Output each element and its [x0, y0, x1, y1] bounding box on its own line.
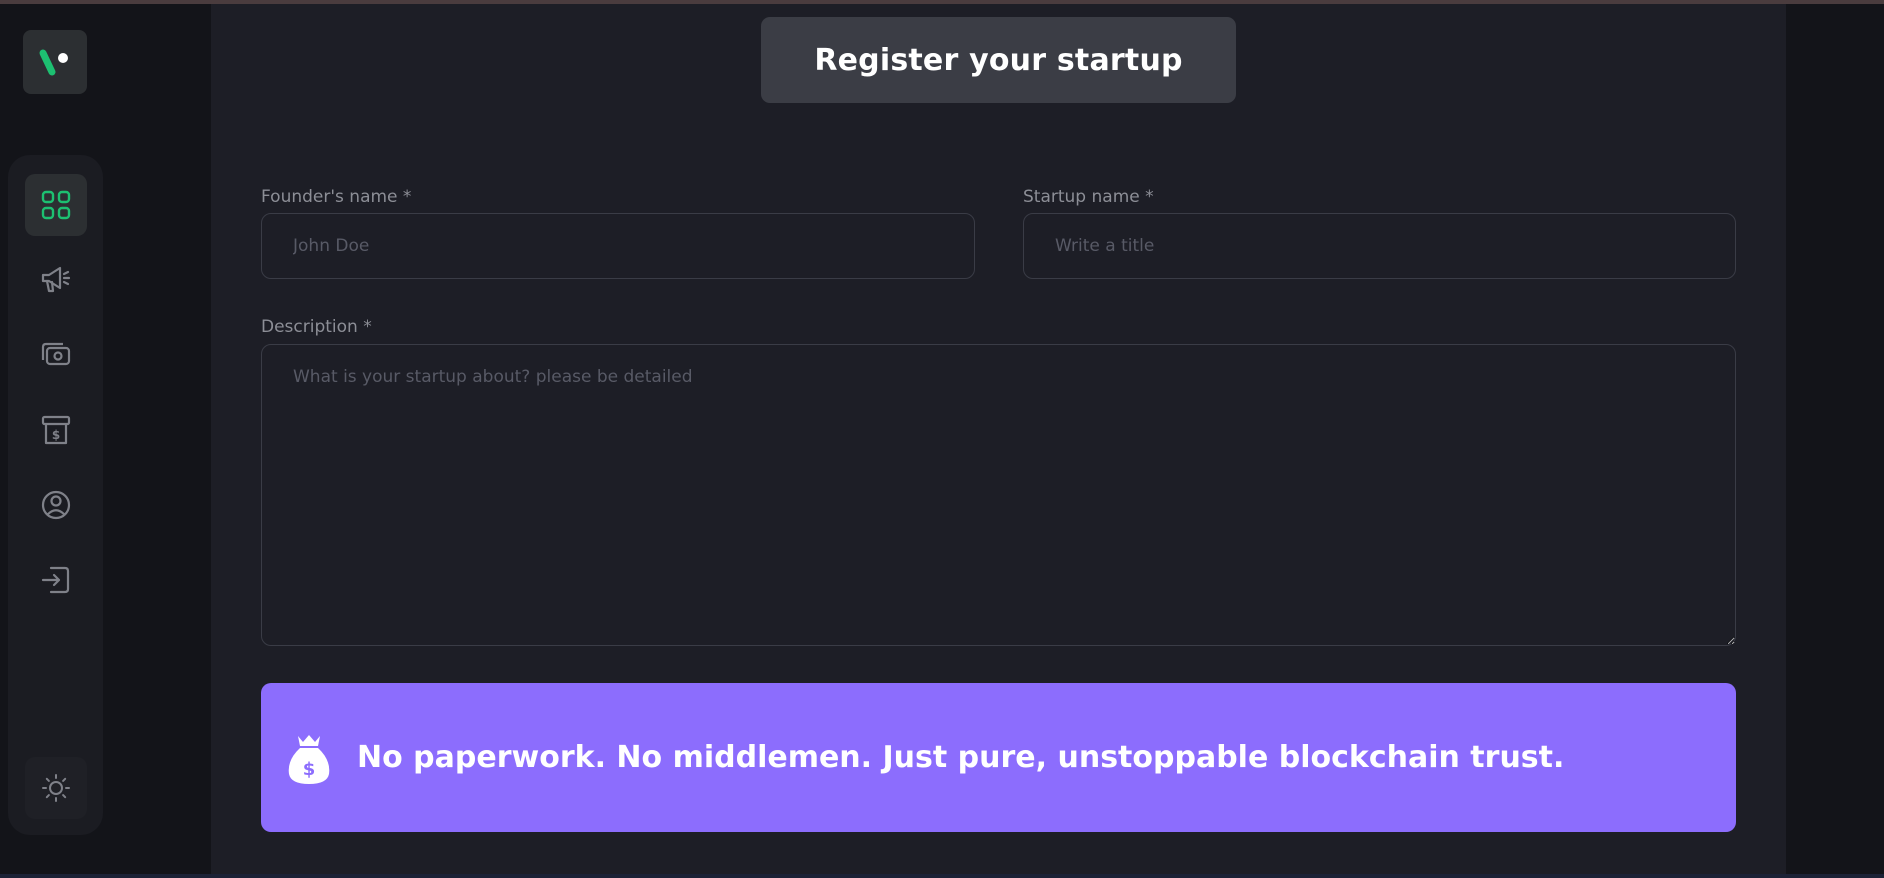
sun-icon [42, 774, 70, 802]
trust-banner: $ No paperwork. No middlemen. Just pure,… [261, 683, 1736, 832]
svg-text:$: $ [303, 759, 316, 780]
description-label: Description * [261, 317, 372, 337]
founder-name-label: Founder's name * [261, 187, 412, 207]
logout-icon [41, 566, 70, 594]
payment-icon [41, 342, 71, 366]
startup-name-input[interactable] [1023, 213, 1736, 279]
startup-name-label: Startup name * [1023, 187, 1154, 207]
sidebar-item-campaigns[interactable] [25, 249, 87, 311]
founder-name-input[interactable] [261, 213, 975, 279]
sidebar-item-logout[interactable] [25, 549, 87, 611]
sidebar-item-profile[interactable] [25, 474, 87, 536]
withdraw-icon: $ [41, 415, 71, 445]
window-bottom-edge [0, 874, 1884, 878]
sidebar-item-payment[interactable] [25, 324, 87, 386]
page-title-box: Register your startup [761, 17, 1236, 103]
v-logo-icon [39, 49, 68, 76]
profile-icon [41, 490, 71, 520]
main-content: Register your startup Founder's name * S… [211, 4, 1786, 874]
dashboard-icon [41, 190, 71, 220]
sidebar: $ [8, 155, 103, 835]
sidebar-item-dashboard[interactable] [25, 174, 87, 236]
theme-toggle-button[interactable] [25, 757, 87, 819]
app-logo[interactable] [23, 30, 87, 94]
description-textarea[interactable] [261, 344, 1736, 646]
svg-text:$: $ [52, 428, 60, 442]
money-bag-icon: $ [288, 734, 330, 784]
page-title: Register your startup [814, 42, 1183, 78]
megaphone-icon [41, 266, 71, 293]
banner-text: No paperwork. No middlemen. Just pure, u… [357, 740, 1565, 775]
sidebar-item-withdraw[interactable]: $ [25, 399, 87, 461]
